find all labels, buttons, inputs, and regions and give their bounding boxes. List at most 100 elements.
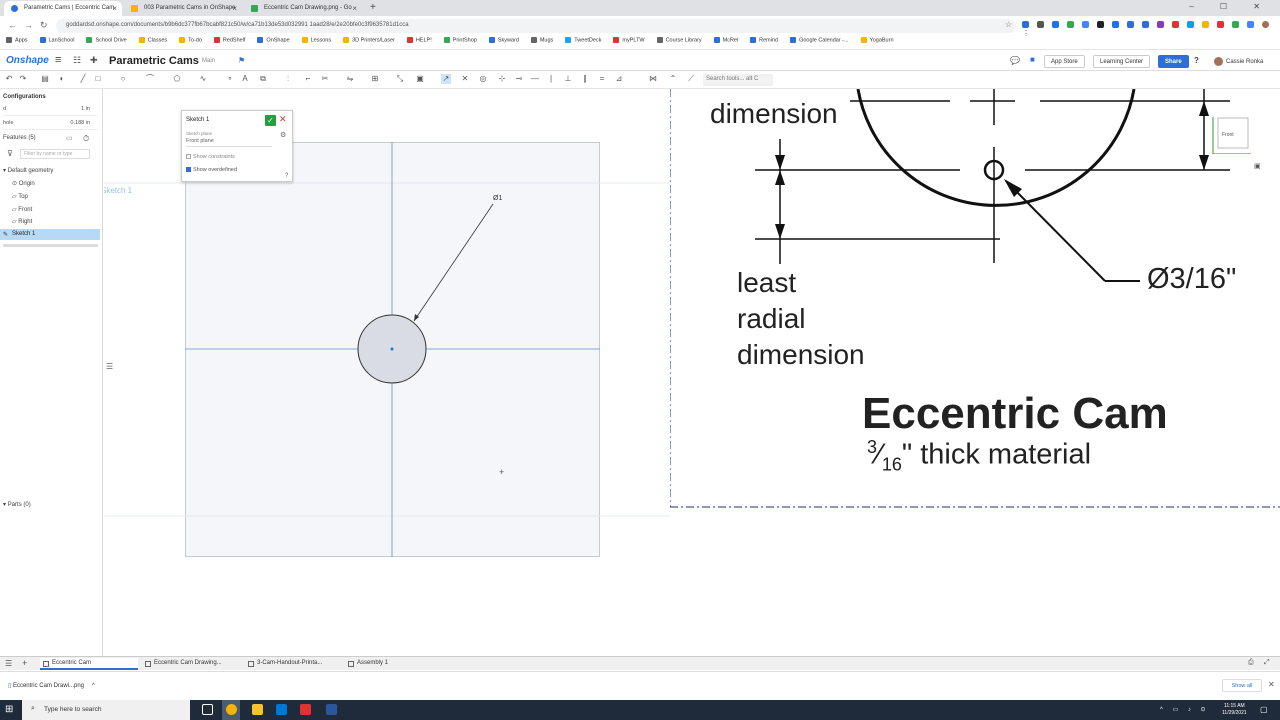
tab-cam-handout[interactable]: 3-Cam-Handout-Printa... xyxy=(245,658,328,670)
feature-list-icon[interactable]: ☷ xyxy=(73,55,81,66)
parts-header[interactable]: ▾ Parts (0) xyxy=(3,501,31,508)
equal-icon[interactable]: = xyxy=(597,74,607,84)
add-tab-icon[interactable]: + xyxy=(22,658,27,668)
extension-icon[interactable] xyxy=(1067,21,1074,28)
extension-icon[interactable] xyxy=(1022,21,1029,28)
transform-icon[interactable]: ⤡ xyxy=(395,74,405,84)
fix-icon[interactable]: ⊿ xyxy=(614,74,624,84)
taskbar-search[interactable]: ⌕ Type here to search xyxy=(22,700,190,720)
line-icon[interactable]: ╱ xyxy=(78,74,88,84)
circle-center-point[interactable] xyxy=(390,347,394,351)
tree-item-front[interactable]: ▱ Front xyxy=(12,206,32,213)
sketch-icon[interactable]: ▤ xyxy=(40,74,50,84)
search-tools-input[interactable]: Search tools... alt C xyxy=(703,74,773,86)
settings-icon[interactable]: ⚙ xyxy=(280,131,286,139)
insert-icon[interactable]: ✚ xyxy=(90,55,98,66)
default-geometry-item[interactable]: ▾ Default geometry xyxy=(3,167,53,174)
offset-icon[interactable]: ⫶ xyxy=(283,74,293,84)
bookmark-item[interactable]: To-do xyxy=(179,37,202,43)
dimension-icon[interactable]: ↗ xyxy=(441,74,451,84)
new-tab-button[interactable]: + xyxy=(370,2,376,13)
notifications-icon[interactable]: ■ xyxy=(1030,55,1035,64)
extension-icon[interactable] xyxy=(1037,21,1044,28)
chrome-icon[interactable] xyxy=(226,704,237,715)
close-tab-icon[interactable]: × xyxy=(232,4,237,13)
document-title[interactable]: Parametric Cams xyxy=(109,55,199,67)
polygon-icon[interactable]: ⬠ xyxy=(172,74,182,84)
redo-icon[interactable]: ↷ xyxy=(18,74,28,84)
extrude-icon[interactable]: ◐ xyxy=(57,74,67,84)
normal-icon[interactable]: ⟋ xyxy=(686,74,696,84)
outlook-icon[interactable] xyxy=(276,704,287,715)
bookmark-item[interactable]: Google Calendar -... xyxy=(790,37,849,43)
app-store-button[interactable]: App Store xyxy=(1044,55,1085,68)
windows-start-icon[interactable]: ⊞ xyxy=(5,704,13,715)
use-icon[interactable]: ⧉ xyxy=(258,74,268,84)
clock[interactable]: 11:15 AM 11/29/2021 xyxy=(1222,703,1247,717)
dimension-leader[interactable] xyxy=(413,203,494,322)
learning-center-button[interactable]: Learning Center xyxy=(1093,55,1151,68)
bookmark-item[interactable]: School Drive xyxy=(86,37,127,43)
extension-icon[interactable] xyxy=(1157,21,1164,28)
construction-icon[interactable]: A xyxy=(240,74,250,84)
point-icon[interactable]: ∘ xyxy=(225,74,235,84)
extension-icon[interactable] xyxy=(1187,21,1194,28)
notification-center-icon[interactable]: ▢ xyxy=(1260,705,1268,714)
horizontal-icon[interactable]: — xyxy=(530,74,540,84)
profile-avatar-icon[interactable] xyxy=(1262,21,1269,28)
configurations-header[interactable]: Configurations xyxy=(3,94,46,100)
file-explorer-icon[interactable] xyxy=(252,704,263,715)
close-icon[interactable]: ✕ xyxy=(1268,680,1275,689)
browser-tab[interactable]: Parametric Cams | Eccentric Cam × xyxy=(4,1,122,16)
extension-icon[interactable] xyxy=(1112,21,1119,28)
diameter-dimension[interactable]: Ø1 xyxy=(493,195,502,202)
bookmark-item[interactable]: 3D Printers/Laser xyxy=(343,37,395,43)
maximize-icon[interactable]: ⤢ xyxy=(1264,659,1270,667)
arc-icon[interactable]: ⌒ xyxy=(145,74,155,84)
browser-tab[interactable]: 003 Parametric Cams in OnShape × xyxy=(124,1,242,16)
hamburger-menu-icon[interactable]: ≡ xyxy=(55,54,61,66)
tree-item-origin[interactable]: ⊙ Origin xyxy=(12,180,35,187)
perpendicular-icon[interactable]: ⊥ xyxy=(563,74,573,84)
extension-icon[interactable] xyxy=(1127,21,1134,28)
bookmark-item[interactable]: Apps xyxy=(6,37,28,43)
print-icon[interactable]: ⎙ xyxy=(1248,659,1254,667)
show-constraints-checkbox[interactable]: Show constraints xyxy=(186,154,235,160)
bookmark-item[interactable]: TweetDeck xyxy=(565,37,601,43)
task-view-icon[interactable] xyxy=(202,704,213,715)
bookmark-item[interactable]: Lessons xyxy=(301,37,331,43)
word-icon[interactable] xyxy=(326,704,337,715)
tab-list-icon[interactable]: ☰ xyxy=(5,659,12,668)
tree-item-sketch-1[interactable]: ✎ Sketch 1 xyxy=(0,229,100,240)
undo-icon[interactable]: ↶ xyxy=(4,74,14,84)
bookmark-item[interactable]: YogaBurn xyxy=(860,37,894,43)
help-icon[interactable]: ? xyxy=(285,173,288,179)
fillet-icon[interactable]: ⌐ xyxy=(303,74,313,84)
tangent-icon[interactable]: ⊸ xyxy=(514,74,524,84)
bookmark-item[interactable]: McRel xyxy=(713,37,738,43)
tab-eccentric-cam[interactable]: Eccentric Cam xyxy=(40,658,138,670)
vertical-icon[interactable]: | xyxy=(546,74,556,84)
feature-filter-input[interactable]: Filter by name or type xyxy=(20,149,90,159)
show-overdefined-checkbox[interactable]: Show overdefined xyxy=(186,167,237,173)
tree-item-top[interactable]: ▱ Top xyxy=(12,193,28,200)
branch-label[interactable]: Main xyxy=(202,58,215,64)
url-field[interactable]: goddardsd.onshape.com/documents/b9b6dc37… xyxy=(56,19,1016,33)
bookmark-item[interactable]: Mugs xyxy=(530,37,553,43)
help-icon[interactable]: ? xyxy=(1194,56,1199,65)
sketch-plane-field[interactable]: Front plane xyxy=(186,138,272,147)
concentric-icon[interactable]: ◎ xyxy=(478,74,488,84)
version-graph-icon[interactable]: ⚑ xyxy=(238,56,245,65)
rollback-icon[interactable]: ⏱ xyxy=(83,134,89,144)
spline-icon[interactable]: ∿ xyxy=(198,74,208,84)
pierce-icon[interactable]: ⌃ xyxy=(668,74,678,84)
onshape-logo[interactable]: Onshape xyxy=(6,55,49,66)
bookmark-star-icon[interactable]: ☆ xyxy=(1005,20,1012,29)
bookmark-item[interactable]: Course Library xyxy=(656,37,702,43)
reference-drawing-image[interactable]: dimension least radial dimension Ø3/16" … xyxy=(670,89,1280,509)
collapse-panel-icon[interactable]: ☰ xyxy=(106,362,113,371)
bookmark-item[interactable]: OnShape xyxy=(257,37,290,43)
back-icon[interactable]: ← xyxy=(8,20,17,30)
close-tab-icon[interactable]: × xyxy=(112,4,117,13)
browser-tab[interactable]: Eccentric Cam Drawing.png - Go × xyxy=(244,1,362,16)
